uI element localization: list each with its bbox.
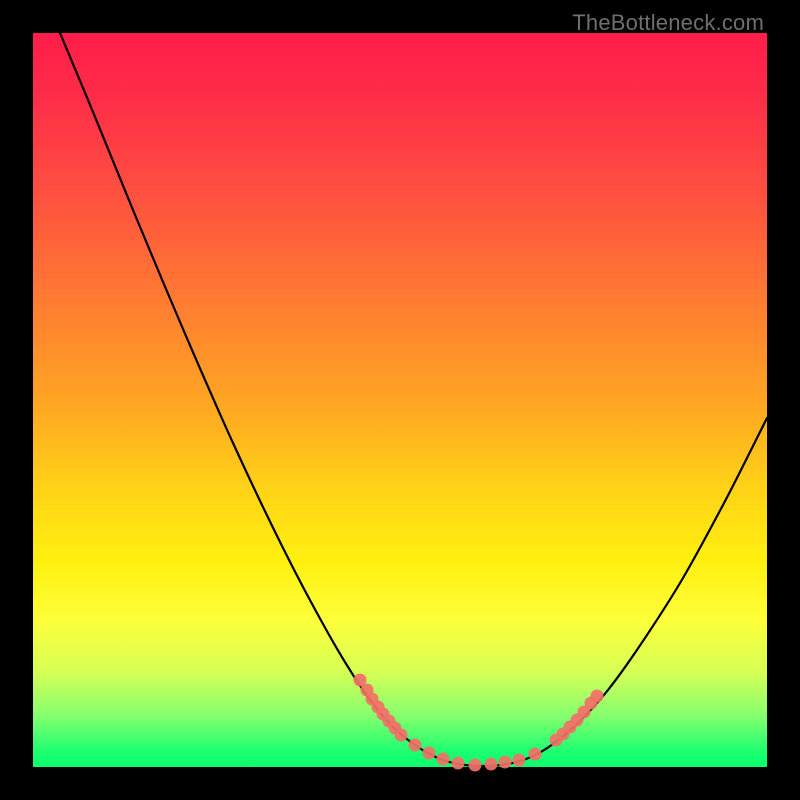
scatter-point — [499, 756, 512, 769]
scatter-point — [485, 758, 498, 771]
scatter-point — [409, 739, 422, 752]
scatter-point — [452, 757, 465, 770]
watermark-text: TheBottleneck.com — [572, 10, 764, 36]
bottleneck-curve — [60, 33, 767, 766]
scatter-point — [529, 748, 542, 761]
scatter-point — [437, 753, 450, 766]
scatter-point — [395, 729, 408, 742]
scatter-point — [469, 759, 482, 772]
chart-svg — [33, 33, 767, 767]
scatter-point — [423, 747, 436, 760]
plot-area — [33, 33, 767, 767]
scatter-point — [591, 690, 604, 703]
scatter-points — [354, 674, 604, 772]
v-curve — [60, 33, 767, 766]
scatter-point — [513, 754, 526, 767]
chart-frame: TheBottleneck.com — [0, 0, 800, 800]
